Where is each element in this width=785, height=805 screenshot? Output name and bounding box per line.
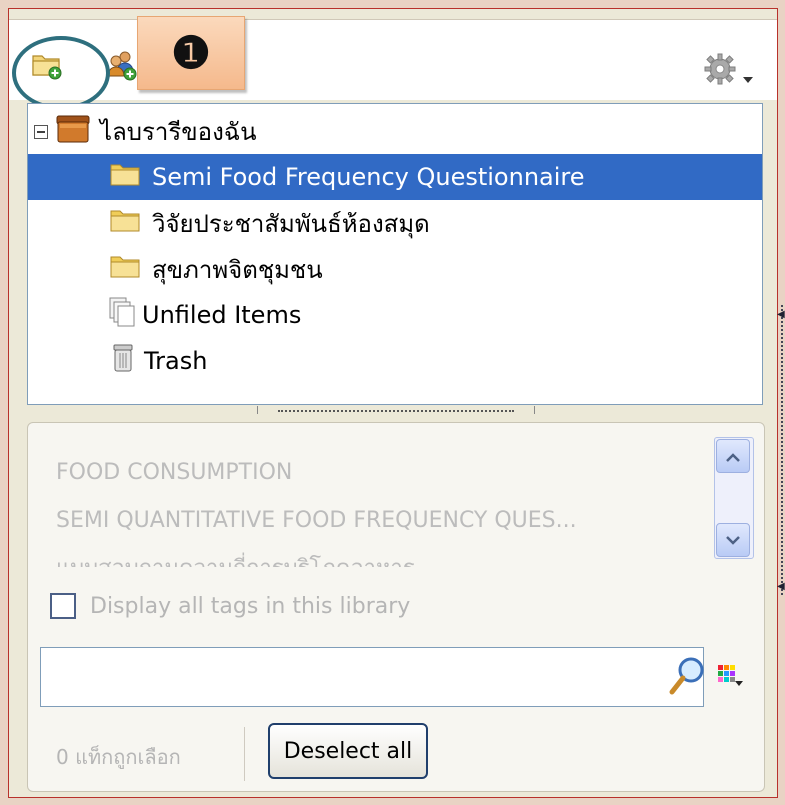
tag-list: FOOD CONSUMPTION SEMI QUANTITATIVE FOOD … xyxy=(56,449,696,569)
folder-icon xyxy=(110,162,140,192)
tag-list-scrollbar[interactable] xyxy=(714,437,754,559)
highlight-ring xyxy=(12,36,110,110)
display-all-tags-row: Display all tags in this library xyxy=(50,593,410,619)
divider xyxy=(244,727,245,781)
collection-label: Semi Food Frequency Questionnaire xyxy=(152,163,585,191)
tag-selector: FOOD CONSUMPTION SEMI QUANTITATIVE FOOD … xyxy=(27,422,765,792)
collection-item-community-mental-health[interactable]: สุขภาพจิตชุมชน xyxy=(28,246,762,292)
group-add-icon[interactable] xyxy=(105,48,139,86)
scroll-up-button[interactable] xyxy=(716,439,750,473)
collections-tree: ไลบรารีของฉัน Semi Food Frequency Questi… xyxy=(27,103,763,405)
step-callout: ❶ xyxy=(137,16,245,90)
display-all-tags-checkbox[interactable] xyxy=(50,593,76,619)
folder-icon xyxy=(110,208,140,238)
tag-item[interactable]: แบบสอบถามความถี่การบริโภคอาหาร xyxy=(56,545,696,567)
search-icon[interactable] xyxy=(669,656,705,702)
collections-toolbar: ❶ xyxy=(9,16,777,110)
unfiled-items-icon xyxy=(108,296,136,334)
tag-item[interactable]: FOOD CONSUMPTION xyxy=(56,449,696,497)
selected-tags-count: 0 แท็กถูกเลือก xyxy=(56,745,181,769)
right-splitter-grip[interactable] xyxy=(781,305,785,595)
tag-color-grid-icon[interactable] xyxy=(716,663,744,691)
splitter-grip xyxy=(278,410,514,412)
folder-icon xyxy=(110,254,140,284)
chevron-down-icon[interactable] xyxy=(743,68,753,87)
pane-splitter[interactable] xyxy=(257,406,535,414)
library-label: ไลบรารีของฉัน xyxy=(100,117,257,146)
zotero-collections-pane: ❶ ไลบรารีของฉัน Semi Food Frequency Ques… xyxy=(8,8,785,798)
trash-icon xyxy=(112,343,134,379)
trash-label: Trash xyxy=(144,347,208,375)
scroll-down-button[interactable] xyxy=(716,523,750,557)
collection-label: สุขภาพจิตชุมชน xyxy=(152,255,323,284)
collection-label: วิจัยประชาสัมพันธ์ห้องสมุด xyxy=(152,209,430,238)
triangle-left-icon: ◀ xyxy=(777,581,785,592)
triangle-left-icon: ◀ xyxy=(777,309,785,320)
collapse-icon[interactable] xyxy=(34,117,48,145)
gear-icon[interactable] xyxy=(703,52,737,90)
step-number: ❶ xyxy=(171,27,211,79)
unfiled-items-label: Unfiled Items xyxy=(142,301,302,329)
collection-item-library-pr-research[interactable]: วิจัยประชาสัมพันธ์ห้องสมุด xyxy=(28,200,762,246)
unfiled-items-row[interactable]: Unfiled Items xyxy=(28,292,762,338)
trash-row[interactable]: Trash xyxy=(28,338,762,384)
tag-item[interactable]: SEMI QUANTITATIVE FOOD FREQUENCY QUES... xyxy=(56,497,696,545)
library-row[interactable]: ไลบรารีของฉัน xyxy=(28,108,762,154)
tag-filter-input[interactable] xyxy=(40,647,704,707)
display-all-tags-label: Display all tags in this library xyxy=(90,593,411,619)
collection-item-semi-food-frequency-questionnaire[interactable]: Semi Food Frequency Questionnaire xyxy=(28,154,762,200)
chevron-up-icon xyxy=(725,447,741,466)
library-icon xyxy=(56,113,90,149)
chevron-down-icon xyxy=(725,531,741,550)
deselect-all-button[interactable]: Deselect all xyxy=(268,723,428,779)
